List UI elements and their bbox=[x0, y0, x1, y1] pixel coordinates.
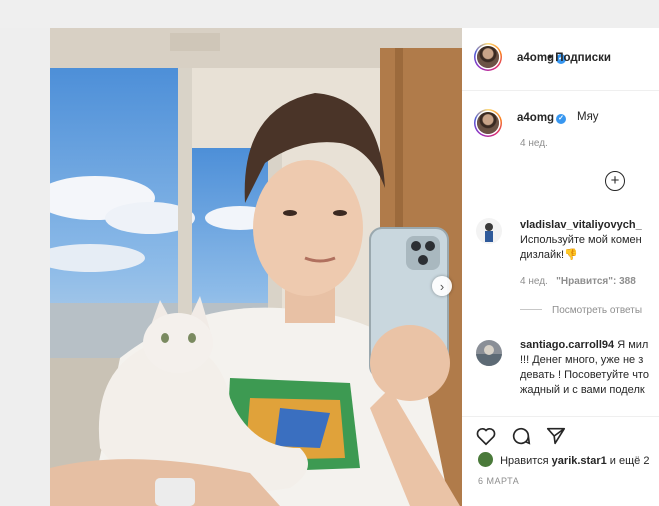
heart-icon[interactable] bbox=[475, 425, 497, 447]
follow-row[interactable]: • Подписки bbox=[548, 52, 611, 64]
comment-age: 4 нед. bbox=[520, 276, 548, 287]
comment-1: vladislav_vitaliyovych_ Используйте мой … bbox=[520, 218, 642, 263]
post-photo[interactable]: › bbox=[50, 28, 462, 506]
liked-by-suffix[interactable]: и ещё 2 bbox=[610, 455, 650, 467]
comment-2: santiago.carroll94 Я мил !!! Денег много… bbox=[520, 338, 649, 398]
follow-separator: • bbox=[548, 52, 553, 64]
liked-by: Нравится yarik.star1 и ещё 2 bbox=[478, 452, 649, 467]
post-actions: Нравится yarik.star1 и ещё 2 6 МАРТА bbox=[462, 416, 659, 506]
comment-avatar[interactable] bbox=[476, 218, 502, 244]
post-header: a4omg ✓ • Подписки bbox=[462, 28, 659, 91]
caption-age: 4 нед. bbox=[520, 138, 548, 149]
add-comment-icon[interactable]: + bbox=[605, 171, 625, 191]
comment-text-line: !!! Денег много, уже не з bbox=[520, 354, 644, 366]
comment-text-line: жадный и с вами поделк bbox=[520, 384, 645, 396]
caption-username[interactable]: a4omg bbox=[517, 112, 554, 124]
post-side-panel: a4omg ✓ • Подписки a4omg ✓ Мяу 4 нед. + vl… bbox=[462, 28, 659, 506]
author-avatar[interactable] bbox=[474, 43, 502, 71]
caption-text: Мяу bbox=[577, 111, 599, 123]
liked-by-prefix: Нравится bbox=[500, 455, 549, 467]
next-arrow-icon[interactable]: › bbox=[432, 276, 452, 296]
browser-top-band bbox=[0, 0, 659, 28]
comment-avatar[interactable] bbox=[476, 340, 502, 366]
comment-text-line: дизлайк!👎 bbox=[520, 249, 578, 261]
caption-username-row[interactable]: a4omg ✓ bbox=[517, 112, 567, 124]
comment-text-line: Я мил bbox=[617, 339, 649, 351]
comment-meta: 4 нед. "Нравится": 388 bbox=[520, 276, 636, 287]
comment-text-line: Используйте мой комен bbox=[520, 234, 642, 246]
caption-author-avatar[interactable] bbox=[474, 109, 502, 137]
comment-username[interactable]: santiago.carroll94 bbox=[520, 339, 614, 351]
comment-username[interactable]: vladislav_vitaliyovych_ bbox=[520, 219, 642, 231]
view-replies-button[interactable]: Посмотреть ответы bbox=[520, 305, 642, 316]
liked-by-user[interactable]: yarik.star1 bbox=[552, 455, 607, 467]
liker-avatar[interactable] bbox=[478, 452, 493, 467]
share-icon[interactable] bbox=[545, 425, 567, 447]
selfie-with-cat-image bbox=[50, 28, 462, 506]
verified-icon: ✓ bbox=[556, 114, 567, 124]
post-date: 6 МАРТА bbox=[478, 476, 520, 486]
following-button[interactable]: Подписки bbox=[555, 52, 611, 64]
comment-text-line: девать ! Посоветуйте что bbox=[520, 369, 649, 381]
comment-likes[interactable]: "Нравится": 388 bbox=[556, 276, 636, 287]
comment-icon[interactable] bbox=[510, 425, 532, 447]
